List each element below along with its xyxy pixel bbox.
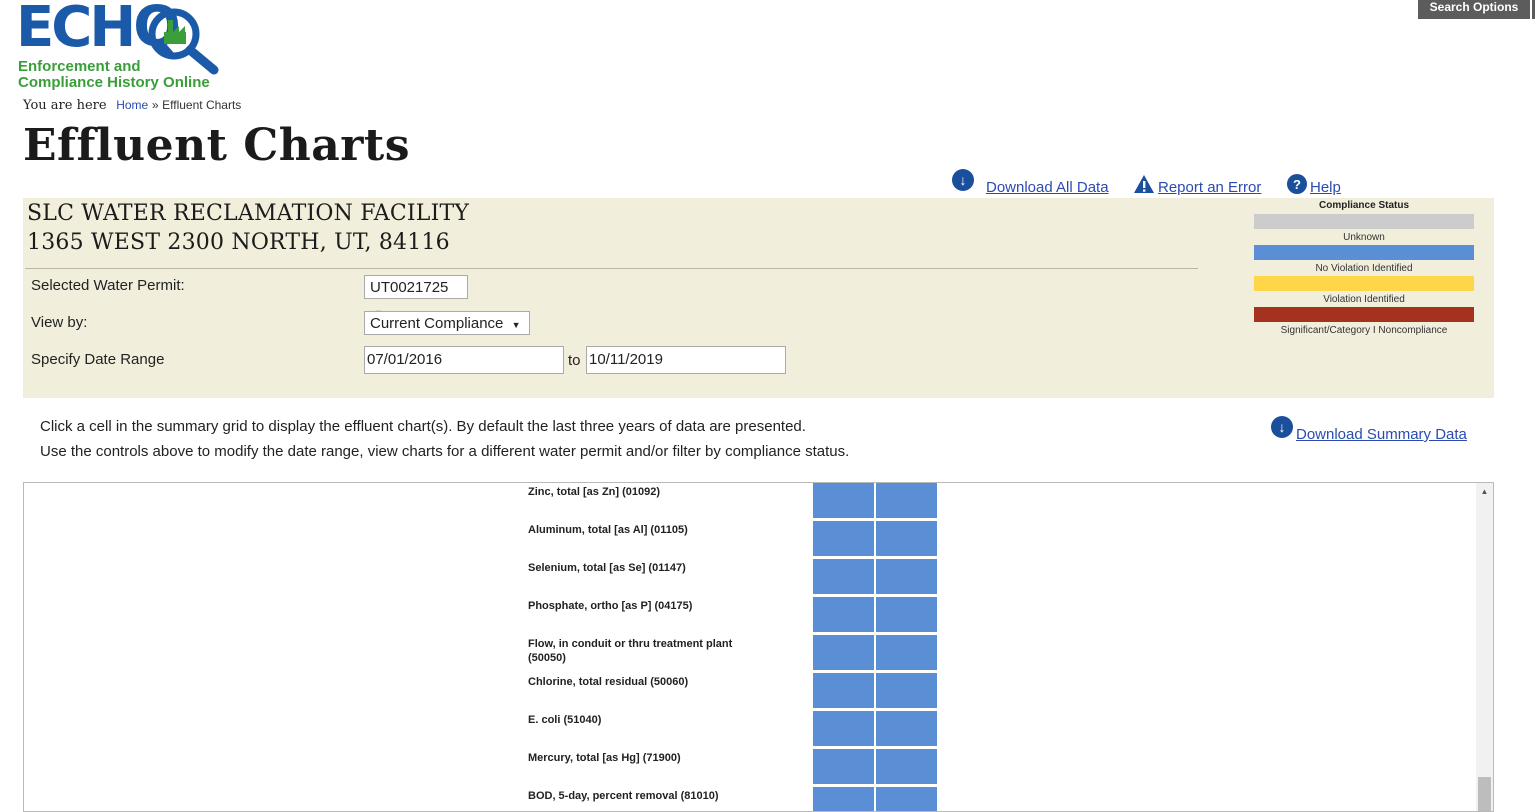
breadcrumb: You are here Home » Effluent Charts xyxy=(23,97,241,113)
panel-divider xyxy=(25,268,1198,269)
grid-cell[interactable] xyxy=(813,749,874,784)
grid-cell[interactable] xyxy=(876,483,937,518)
parameter-label: Zinc, total [as Zn] (01092) xyxy=(528,486,661,498)
legend-label-significant: Significant/Category I Noncompliance xyxy=(1280,325,1448,336)
scroll-thumb[interactable] xyxy=(1478,777,1491,811)
grid-cell[interactable] xyxy=(876,559,937,594)
permit-label: Selected Water Permit: xyxy=(31,277,185,294)
help-link[interactable]: Help xyxy=(1310,179,1341,196)
grid-cell[interactable] xyxy=(813,787,874,811)
facility-panel: SLC WATER RECLAMATION FACILITY 1365 WEST… xyxy=(23,198,1494,398)
page-title: Effluent Charts xyxy=(23,120,411,171)
legend-label-no-violation: No Violation Identified xyxy=(1315,263,1413,274)
grid-cell[interactable] xyxy=(813,635,874,670)
grid-cell[interactable] xyxy=(876,597,937,632)
help-icon[interactable]: ? xyxy=(1287,174,1307,194)
permit-select[interactable]: UT0021725 ▼ xyxy=(364,275,468,318)
date-to-label: to xyxy=(568,352,581,369)
warning-icon[interactable] xyxy=(1133,174,1155,194)
facility-name: SLC WATER RECLAMATION FACILITY xyxy=(27,201,470,226)
parameter-label: Selenium, total [as Se] (01147) xyxy=(528,562,686,574)
parameter-label: E. coli (51040) xyxy=(528,714,602,726)
legend-swatch-significant xyxy=(1254,307,1474,322)
echo-logo[interactable]: ECHQ Enforcement and Compliance History … xyxy=(16,0,219,94)
parameter-label: Flow, in conduit or thru treatment plant… xyxy=(528,638,733,664)
grid-cell[interactable] xyxy=(813,559,874,594)
parameter-label: Chlorine, total residual (50060) xyxy=(528,676,689,688)
legend-swatch-no-violation xyxy=(1254,245,1474,260)
magnifier-factory-icon xyxy=(148,8,219,75)
legend-swatch-unknown xyxy=(1254,214,1474,229)
parameter-label: Mercury, total [as Hg] (71900) xyxy=(528,752,681,764)
parameter-label: Aluminum, total [as Al] (01105) xyxy=(528,524,688,536)
chevron-down-icon: ▼ xyxy=(511,320,521,330)
parameter-label: BOD, 5-day, percent removal (81010) xyxy=(528,790,719,802)
summary-grid[interactable]: Zinc, total [as Zn] (01092) Aluminum, tot… xyxy=(23,482,1494,812)
grid-scrollbar[interactable]: ▲ xyxy=(1476,483,1493,811)
grid-cell[interactable] xyxy=(876,749,937,784)
breadcrumb-separator: » xyxy=(151,98,159,112)
facility-address: 1365 WEST 2300 NORTH, UT, 84116 xyxy=(27,230,450,255)
viewby-select-value: Current Compliance xyxy=(370,315,504,332)
permit-select-value: UT0021725 xyxy=(370,279,449,296)
breadcrumb-lead: You are here xyxy=(23,98,107,113)
report-error-link[interactable]: Report an Error xyxy=(1158,179,1261,196)
legend-label-violation: Violation Identified xyxy=(1323,294,1405,305)
date-to-input[interactable]: 10/11/2019 xyxy=(586,346,786,374)
grid-cell[interactable] xyxy=(813,521,874,556)
breadcrumb-home-link[interactable]: Home xyxy=(116,98,148,112)
grid-cell[interactable] xyxy=(876,787,937,811)
logo-subtitle-line1: Enforcement and xyxy=(18,58,141,75)
grid-cell[interactable] xyxy=(813,673,874,708)
scroll-up-arrow-icon[interactable]: ▲ xyxy=(1476,483,1493,500)
search-options-button[interactable]: Search Options xyxy=(1418,0,1530,19)
grid-cell[interactable] xyxy=(813,711,874,746)
download-summary-link[interactable]: Download Summary Data xyxy=(1296,426,1467,443)
legend-label-unknown: Unknown xyxy=(1343,232,1385,243)
viewby-select[interactable]: Current Compliance ▼ xyxy=(364,311,530,335)
grid-cell[interactable] xyxy=(876,673,937,708)
parameter-label: Phosphate, ortho [as P] (04175) xyxy=(528,600,693,612)
logo-subtitle-line2: Compliance History Online xyxy=(18,74,210,91)
download-icon[interactable]: ↓ xyxy=(952,169,974,191)
download-summary-icon[interactable]: ↓ xyxy=(1271,416,1293,438)
viewby-label: View by: xyxy=(31,314,88,331)
legend-swatch-violation xyxy=(1254,276,1474,291)
grid-cell[interactable] xyxy=(876,635,937,670)
grid-cell[interactable] xyxy=(813,483,874,518)
date-from-input[interactable]: 07/01/2016 xyxy=(364,346,564,374)
breadcrumb-current: Effluent Charts xyxy=(162,98,242,112)
instructions-line-1: Click a cell in the summary grid to disp… xyxy=(40,418,806,435)
instructions-line-2: Use the controls above to modify the dat… xyxy=(40,443,850,460)
legend-title: Compliance Status xyxy=(1318,200,1410,211)
download-all-data-link[interactable]: Download All Data xyxy=(986,179,1109,196)
grid-cell[interactable] xyxy=(813,597,874,632)
grid-cell[interactable] xyxy=(876,711,937,746)
grid-cell[interactable] xyxy=(876,521,937,556)
date-range-label: Specify Date Range xyxy=(31,351,165,368)
